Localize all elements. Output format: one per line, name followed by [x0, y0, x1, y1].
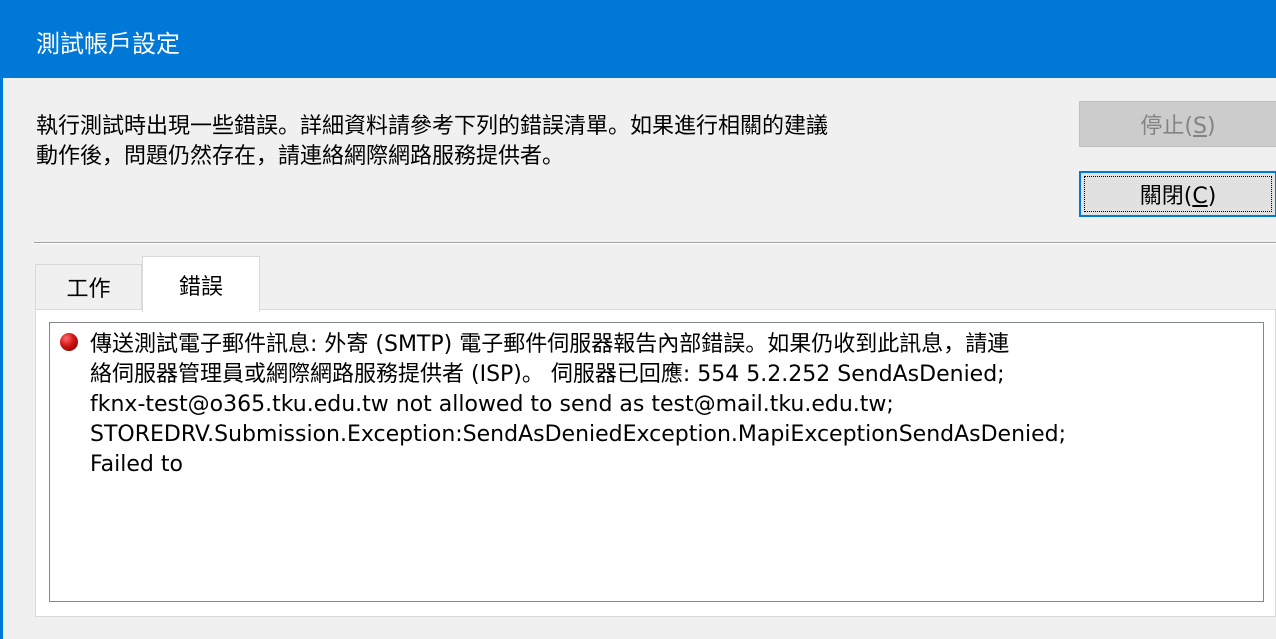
error-message: 傳送測試電子郵件訊息: 外寄 (SMTP) 電子郵件伺服器報告內部錯誤。如果仍收…	[90, 332, 1067, 477]
window-title: 測試帳戶設定	[36, 30, 180, 58]
status-message: 執行測試時出現一些錯誤。詳細資料請參考下列的錯誤清單。如果進行相關的建議 動作後…	[36, 114, 829, 169]
test-account-settings-dialog: 測試帳戶設定 執行測試時出現一些錯誤。詳細資料請參考下列的錯誤清單。如果進行相關…	[0, 0, 1276, 639]
tab-errors[interactable]: 錯誤	[142, 256, 260, 312]
stop-button[interactable]: 停止(S)	[1079, 101, 1276, 147]
window-border	[0, 0, 3, 639]
tab-tasks-label: 工作	[66, 277, 111, 302]
tab-tasks[interactable]: 工作	[35, 264, 142, 309]
error-icon	[60, 333, 78, 351]
close-button[interactable]: 關閉(C)	[1079, 171, 1276, 217]
separator-line	[34, 242, 1276, 244]
focus-rectangle: 關閉(C)	[1084, 176, 1272, 212]
tab-errors-label: 錯誤	[178, 274, 223, 300]
title-bar: 測試帳戶設定	[0, 0, 1276, 78]
tab-panel-errors: 傳送測試電子郵件訊息: 外寄 (SMTP) 電子郵件伺服器報告內部錯誤。如果仍收…	[35, 309, 1276, 617]
close-button-label: 關閉(C)	[1139, 184, 1217, 209]
stop-button-label: 停止(S)	[1140, 114, 1216, 139]
